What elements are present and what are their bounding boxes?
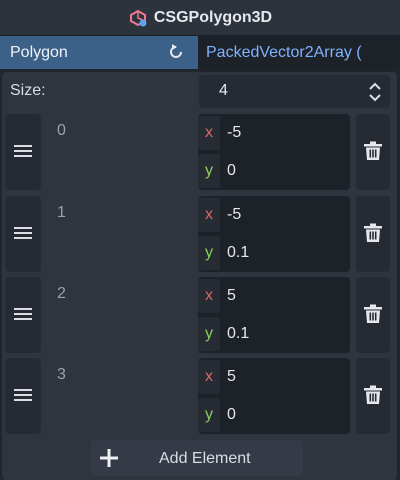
delete-element-button[interactable] <box>356 277 390 353</box>
inspector-header: CSGPolygon3D <box>0 0 400 36</box>
array-element: 2 x 5 y 0.1 <box>5 277 395 355</box>
vector2-editor: x -5 y 0 <box>198 114 350 190</box>
x-field[interactable]: x 5 <box>198 358 350 396</box>
updown-arrows-icon[interactable] <box>368 81 382 103</box>
element-index: 1 <box>57 204 66 221</box>
array-element: 0 x -5 y 0 <box>5 114 395 192</box>
plus-icon <box>100 449 118 467</box>
drag-handle-icon <box>14 145 32 157</box>
y-axis-tag: y <box>198 398 220 432</box>
drag-handle-icon <box>14 308 32 320</box>
drag-handle[interactable] <box>5 277 41 353</box>
x-field[interactable]: x -5 <box>198 196 350 234</box>
y-value: 0.1 <box>227 325 250 342</box>
x-value: -5 <box>227 206 242 223</box>
y-value: 0.1 <box>227 244 250 261</box>
vector2-editor: x -5 y 0.1 <box>198 196 350 272</box>
vector2-editor: x 5 y 0.1 <box>198 277 350 353</box>
drag-handle-icon <box>14 227 32 239</box>
y-axis-tag: y <box>198 317 220 351</box>
size-spinbox[interactable]: 4 <box>199 75 390 108</box>
x-field[interactable]: x 5 <box>198 277 350 315</box>
x-axis-tag: x <box>198 198 220 232</box>
revert-icon[interactable] <box>166 42 186 62</box>
y-value: 0 <box>227 162 236 179</box>
x-value: -5 <box>227 124 242 141</box>
add-element-button[interactable]: Add Element <box>91 440 303 476</box>
array-element: 3 x 5 y 0 <box>5 358 395 436</box>
size-label: Size: <box>10 82 46 99</box>
y-field[interactable]: y 0 <box>198 396 350 434</box>
x-value: 5 <box>227 287 236 304</box>
drag-handle[interactable] <box>5 114 41 190</box>
delete-element-button[interactable] <box>356 114 390 190</box>
y-axis-tag: y <box>198 236 220 270</box>
vector2-editor: x 5 y 0 <box>198 358 350 434</box>
element-index: 0 <box>57 122 66 139</box>
y-value: 0 <box>227 406 236 423</box>
element-index: 3 <box>57 366 66 383</box>
delete-element-button[interactable] <box>356 358 390 434</box>
property-value-text: PackedVector2Array ( <box>206 43 362 61</box>
y-field[interactable]: y 0 <box>198 152 350 190</box>
x-axis-tag: x <box>198 279 220 313</box>
property-value-button[interactable]: PackedVector2Array ( <box>198 36 400 69</box>
trash-icon <box>364 385 382 404</box>
x-axis-tag: x <box>198 360 220 394</box>
delete-element-button[interactable] <box>356 196 390 272</box>
array-element: 1 x -5 y 0.1 <box>5 196 395 274</box>
element-index: 2 <box>57 285 66 302</box>
add-element-label: Add Element <box>159 450 251 467</box>
polygon-property-row: Polygon PackedVector2Array ( <box>0 36 400 69</box>
y-field[interactable]: y 0.1 <box>198 234 350 272</box>
y-field[interactable]: y 0.1 <box>198 315 350 353</box>
drag-handle[interactable] <box>5 358 41 434</box>
x-field[interactable]: x -5 <box>198 114 350 152</box>
trash-icon <box>364 304 382 323</box>
x-axis-tag: x <box>198 116 220 150</box>
drag-handle-icon <box>14 389 32 401</box>
csg-polygon-node-icon <box>129 9 147 26</box>
drag-handle[interactable] <box>5 196 41 272</box>
x-value: 5 <box>227 368 236 385</box>
size-value: 4 <box>219 82 228 99</box>
trash-icon <box>364 223 382 242</box>
trash-icon <box>364 141 382 160</box>
node-title: CSGPolygon3D <box>153 8 273 26</box>
y-axis-tag: y <box>198 154 220 188</box>
property-label-text: Polygon <box>10 43 68 61</box>
